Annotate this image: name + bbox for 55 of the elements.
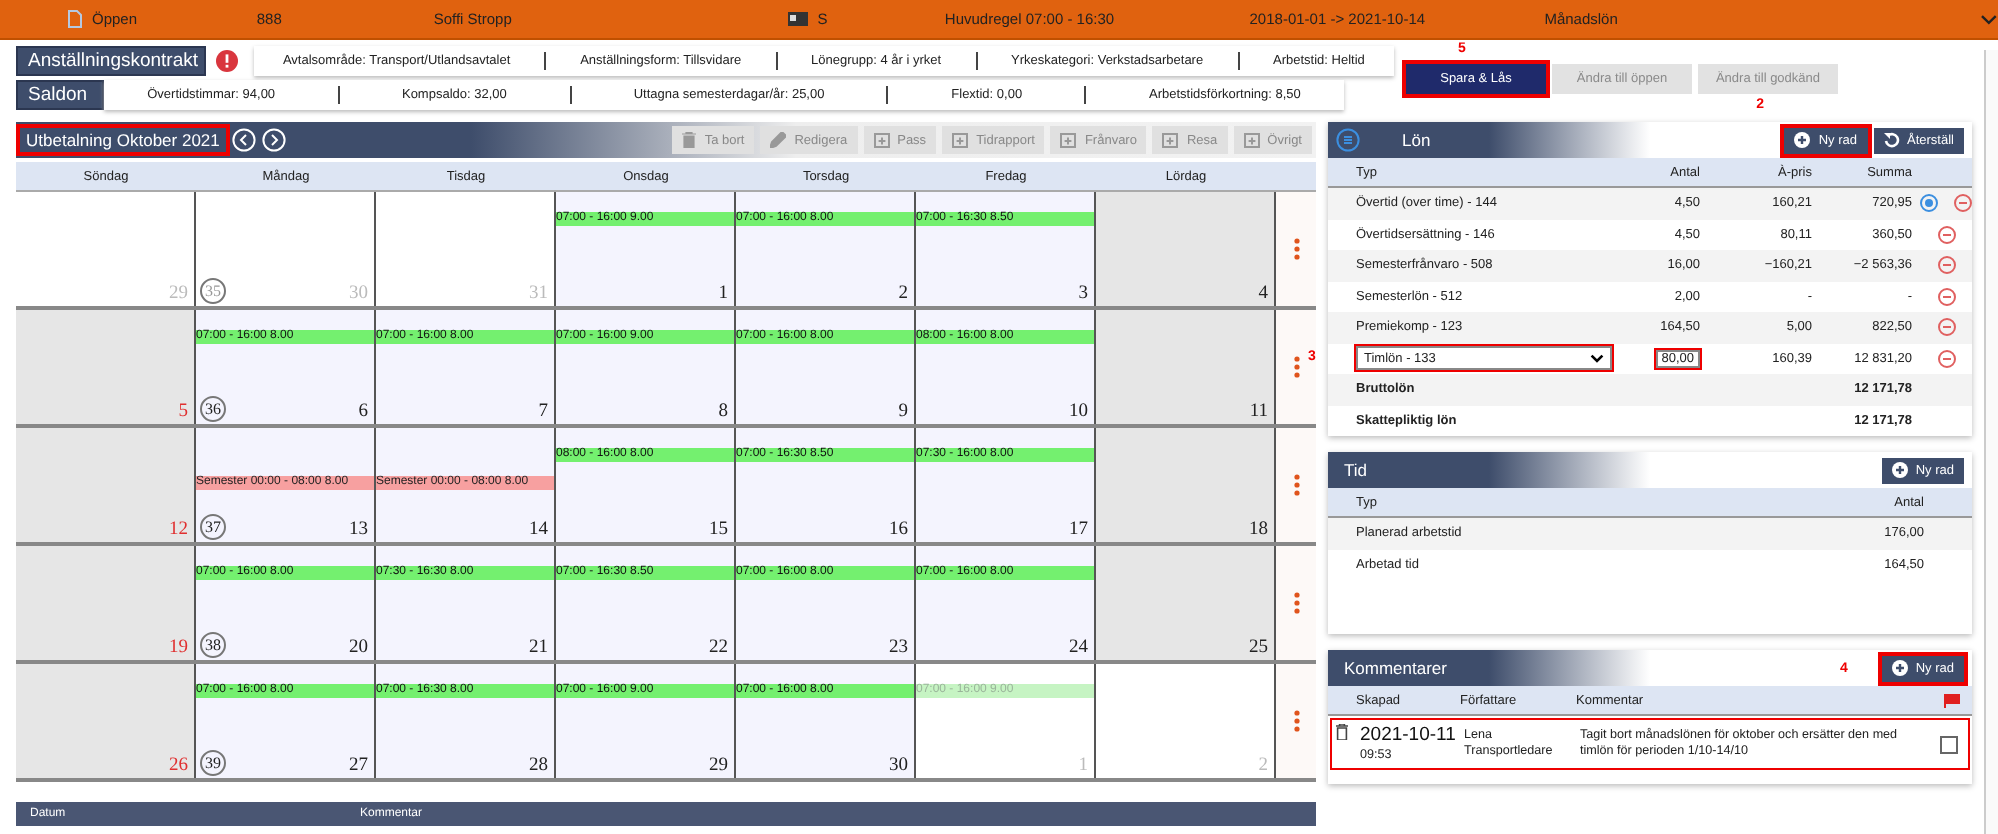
day-number: 1 bbox=[718, 284, 728, 304]
day-number: 19 bbox=[169, 638, 188, 658]
day-cell[interactable]: 11 bbox=[1096, 310, 1276, 424]
day-number: 22 bbox=[709, 638, 728, 658]
day-number: 11 bbox=[1249, 402, 1268, 422]
day-number: 5 bbox=[178, 402, 188, 422]
week-number: 37 bbox=[200, 514, 226, 540]
day-number: 1 bbox=[1078, 756, 1088, 776]
day-number: 3 bbox=[1078, 284, 1088, 304]
panel-title: Tid bbox=[1342, 460, 1367, 480]
day-number: 15 bbox=[709, 520, 728, 540]
day-number: 6 bbox=[358, 402, 368, 422]
day-number: 21 bbox=[529, 638, 548, 658]
panel-title: Lön bbox=[1400, 130, 1431, 150]
day-number: 30 bbox=[889, 756, 908, 776]
day-number: 31 bbox=[529, 284, 548, 304]
day-number: 2 bbox=[898, 284, 908, 304]
day-number: 2 bbox=[1258, 756, 1268, 776]
day-number: 24 bbox=[1069, 638, 1088, 658]
day-cell[interactable]: 18 bbox=[1096, 428, 1276, 542]
day-number: 20 bbox=[349, 638, 368, 658]
day-number: 16 bbox=[889, 520, 908, 540]
day-number: 29 bbox=[169, 284, 188, 304]
day-number: 14 bbox=[529, 520, 548, 540]
day-number: 25 bbox=[1249, 638, 1268, 658]
day-number: 12 bbox=[169, 520, 188, 540]
week-number: 36 bbox=[200, 396, 226, 422]
week-number: 35 bbox=[200, 278, 226, 304]
panel-title: Kommentarer bbox=[1342, 658, 1447, 678]
day-number: 26 bbox=[169, 756, 188, 776]
day-number: 27 bbox=[349, 756, 368, 776]
day-number: 13 bbox=[349, 520, 368, 540]
day-cell[interactable]: 25 bbox=[1096, 546, 1276, 660]
day-number: 29 bbox=[709, 756, 728, 776]
day-number: 30 bbox=[349, 284, 368, 304]
day-number: 17 bbox=[1069, 520, 1088, 540]
day-number: 28 bbox=[529, 756, 548, 776]
week-number: 39 bbox=[200, 750, 226, 776]
day-cell[interactable]: 19 bbox=[16, 546, 196, 660]
day-number: 4 bbox=[1258, 284, 1268, 304]
day-number: 18 bbox=[1249, 520, 1268, 540]
calendar-title: Utbetalning Oktober 2021 bbox=[20, 128, 226, 152]
day-cell[interactable]: 26 bbox=[16, 664, 196, 778]
day-cell[interactable]: 5 bbox=[16, 310, 196, 424]
day-cell[interactable]: 12 bbox=[16, 428, 196, 542]
day-number: 7 bbox=[538, 402, 548, 422]
day-number: 9 bbox=[898, 402, 908, 422]
contract-button[interactable]: Anställningskontrakt bbox=[16, 45, 206, 75]
day-number: 8 bbox=[718, 402, 728, 422]
day-number: 23 bbox=[889, 638, 908, 658]
balances-button[interactable]: Saldon bbox=[16, 79, 104, 109]
week-number: 38 bbox=[200, 632, 226, 658]
day-cell[interactable]: 4 bbox=[1096, 192, 1276, 306]
comment-date: 2021-10-11 bbox=[1360, 724, 1456, 748]
day-number: 10 bbox=[1069, 402, 1088, 422]
